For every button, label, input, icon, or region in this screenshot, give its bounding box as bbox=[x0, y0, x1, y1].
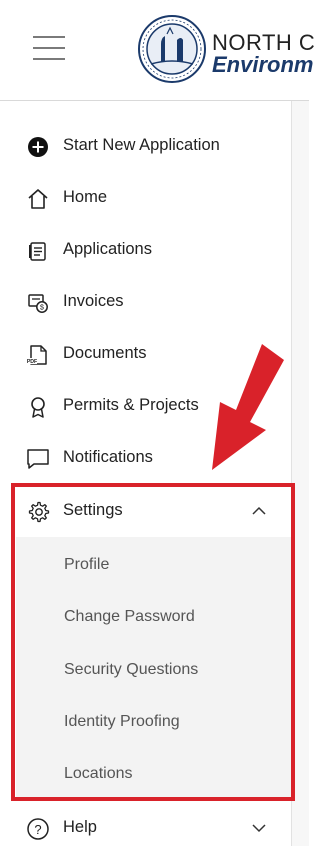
settings-submenu-identity-proofing[interactable]: Identity Proofing bbox=[16, 697, 291, 749]
sidebar-item-label: Home bbox=[63, 188, 108, 206]
chevron-up-icon[interactable] bbox=[250, 504, 268, 518]
settings-submenu-profile[interactable]: Profile bbox=[16, 540, 291, 592]
chevron-down-icon[interactable] bbox=[250, 821, 268, 835]
submenu-item-label: Change Password bbox=[64, 608, 195, 625]
sidebar-item-notifications[interactable]: Notifications bbox=[0, 433, 291, 485]
settings-submenu: Profile Change Password Security Questio… bbox=[16, 537, 291, 799]
app-header: NORTH C Environm bbox=[0, 0, 315, 101]
submenu-item-label: Locations bbox=[64, 765, 133, 782]
svg-text:$: $ bbox=[40, 305, 44, 312]
state-seal-logo[interactable] bbox=[137, 14, 207, 84]
sidebar-item-invoices[interactable]: $ Invoices bbox=[0, 277, 291, 329]
settings-submenu-locations[interactable]: Locations bbox=[16, 749, 291, 801]
settings-submenu-security-questions[interactable]: Security Questions bbox=[16, 645, 291, 697]
sidebar-item-home[interactable]: Home bbox=[0, 173, 291, 225]
sidebar-item-documents[interactable]: PDF Documents bbox=[0, 329, 291, 381]
sidebar-item-label: Notifications bbox=[63, 448, 153, 466]
sidebar-item-label: Applications bbox=[63, 240, 152, 258]
submenu-item-label: Security Questions bbox=[64, 661, 199, 678]
sidebar-item-label: Help bbox=[63, 818, 97, 836]
sidebar-item-label: Start New Application bbox=[63, 136, 220, 154]
home-icon bbox=[28, 189, 48, 209]
applications-icon bbox=[29, 242, 46, 261]
invoice-icon: $ bbox=[28, 294, 48, 313]
svg-text:?: ? bbox=[34, 822, 41, 837]
notification-message-icon bbox=[27, 449, 49, 469]
main-content-area bbox=[292, 101, 309, 846]
permit-badge-icon bbox=[31, 397, 45, 418]
settings-submenu-change-password[interactable]: Change Password bbox=[16, 592, 291, 644]
sidebar-item-start-new-application[interactable]: Start New Application bbox=[0, 121, 291, 173]
sidebar-item-label: Documents bbox=[63, 344, 147, 362]
svg-text:PDF: PDF bbox=[27, 359, 37, 365]
sidebar-item-label: Settings bbox=[63, 501, 123, 519]
sidebar-item-help[interactable]: ? Help bbox=[0, 803, 291, 855]
submenu-item-label: Identity Proofing bbox=[64, 713, 180, 730]
hamburger-menu-icon[interactable] bbox=[33, 36, 65, 60]
pdf-document-icon: PDF bbox=[27, 345, 47, 365]
plus-circle-icon bbox=[28, 137, 48, 157]
sidebar-item-label: Invoices bbox=[63, 292, 124, 310]
sidebar-item-permits-projects[interactable]: Permits & Projects bbox=[0, 381, 291, 433]
sidebar-item-settings[interactable]: Settings bbox=[0, 486, 291, 538]
brand-title-line2: Environm bbox=[212, 52, 314, 77]
sidebar-item-label: Permits & Projects bbox=[63, 396, 199, 414]
help-circle-icon: ? bbox=[27, 818, 49, 840]
gear-icon bbox=[28, 501, 50, 523]
sidebar-item-applications[interactable]: Applications bbox=[0, 225, 291, 277]
submenu-item-label: Profile bbox=[64, 556, 110, 573]
